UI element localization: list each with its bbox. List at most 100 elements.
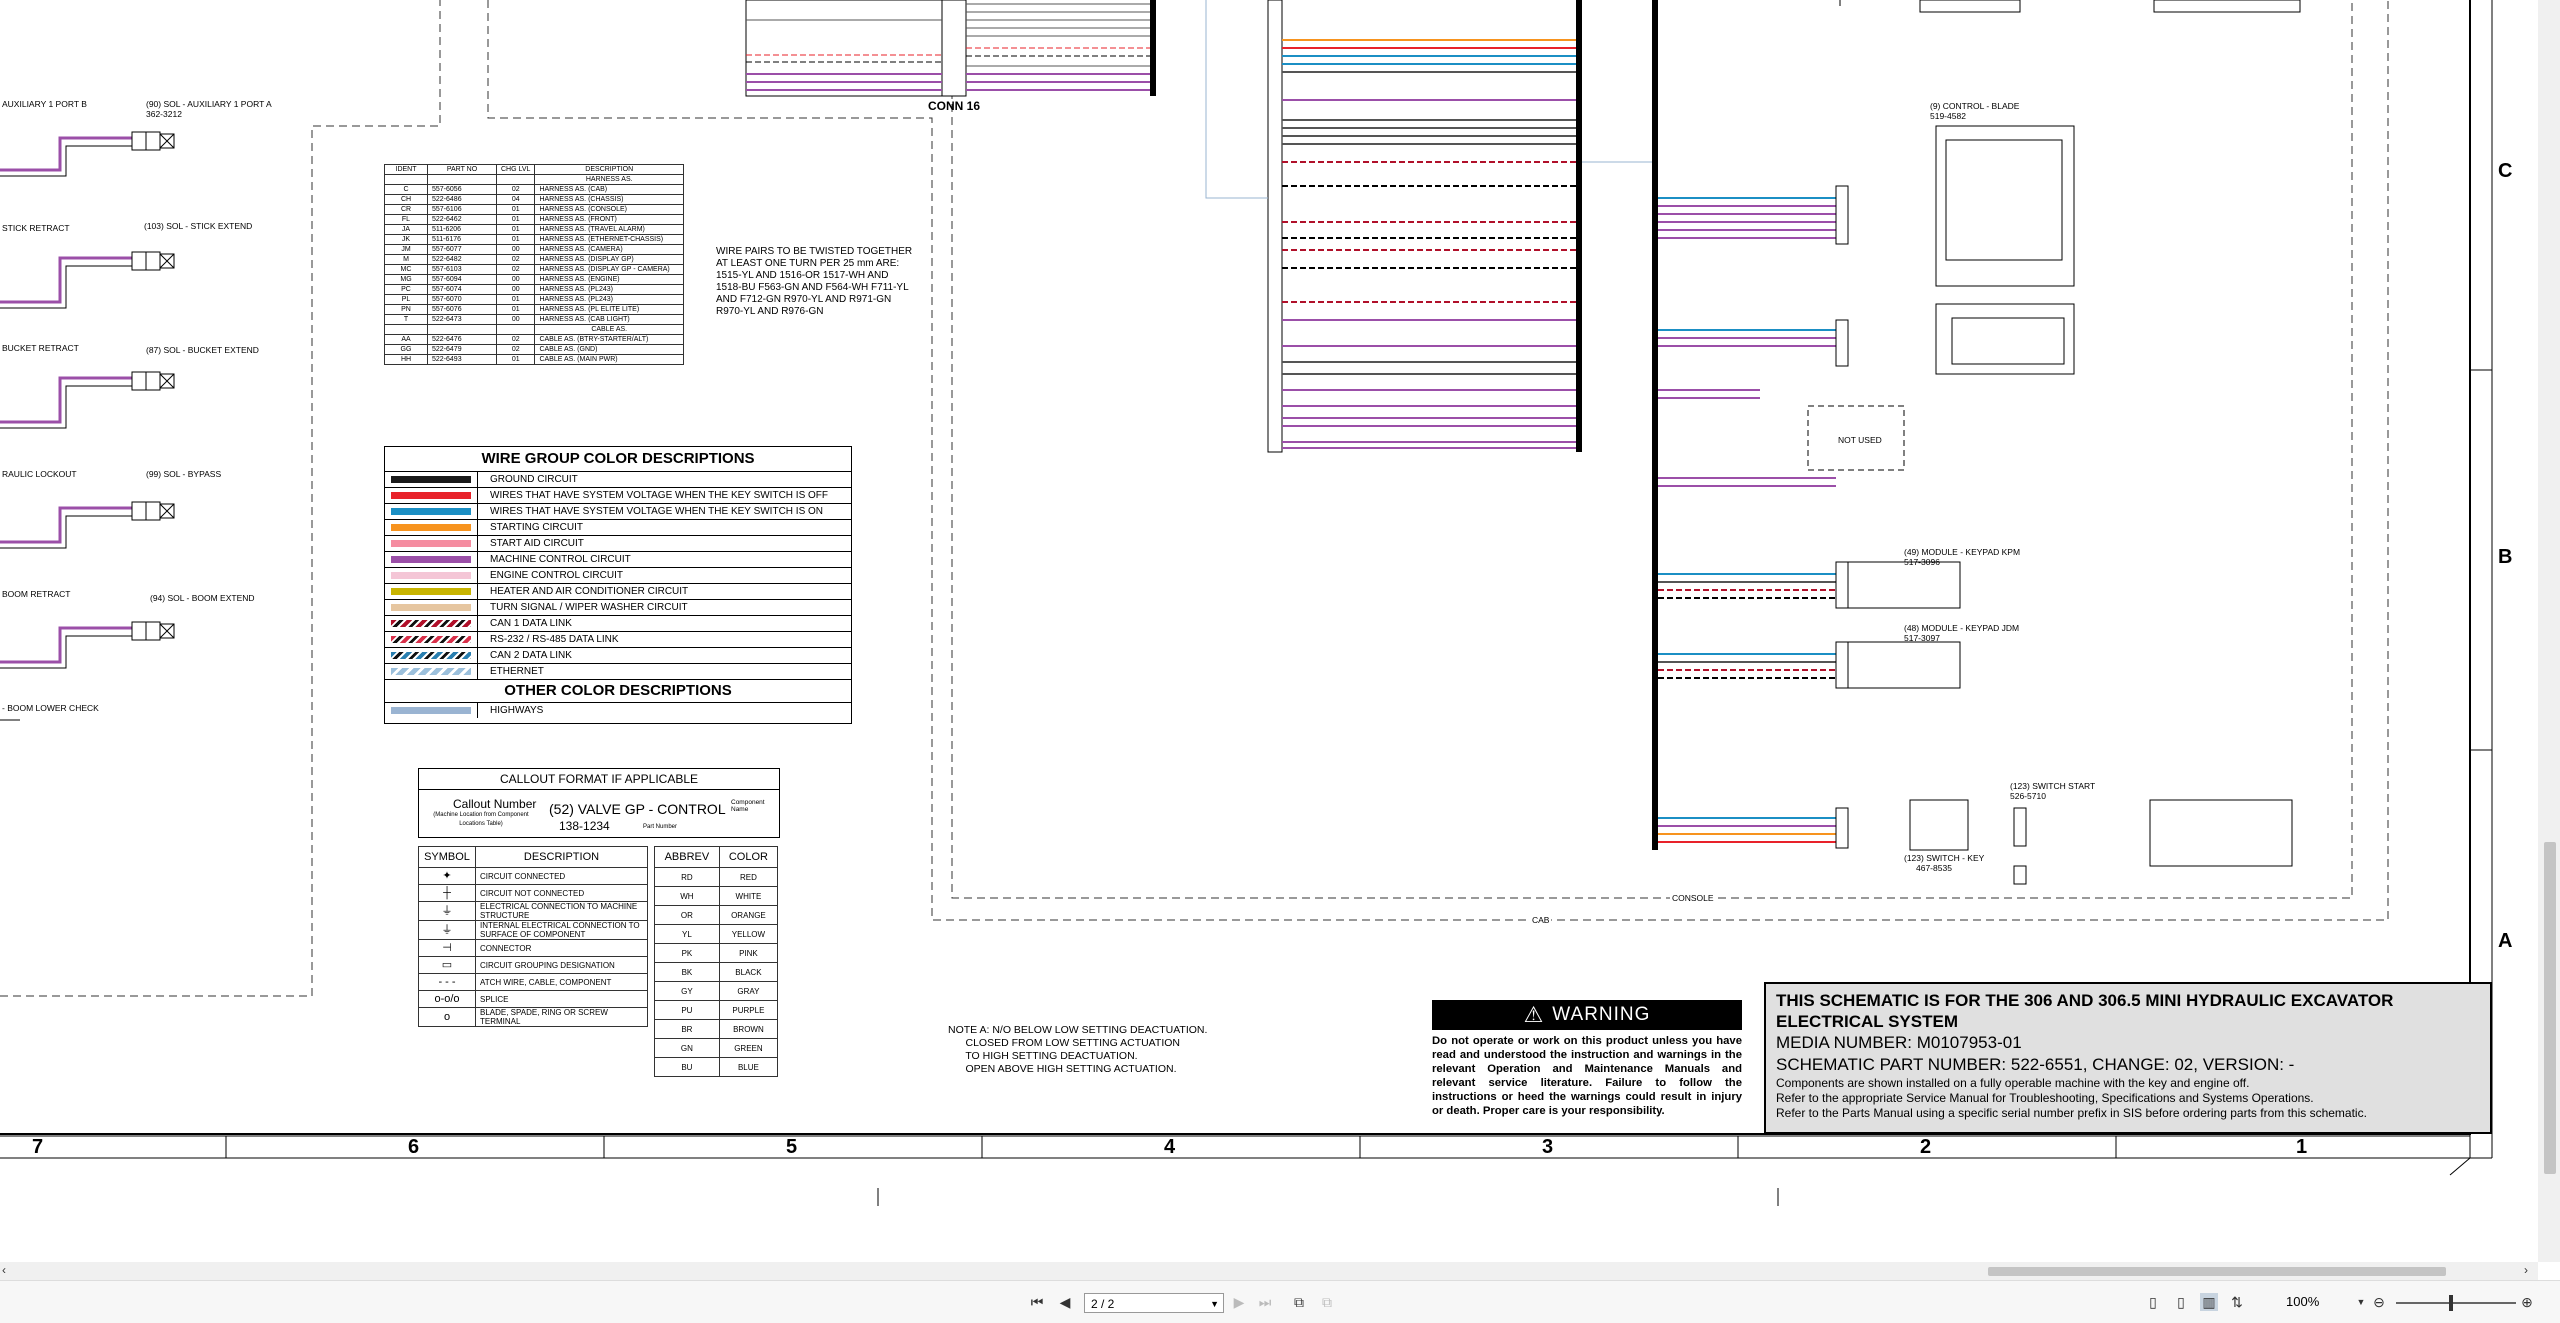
color-cell: RED: [718, 867, 779, 887]
chevron-down-icon[interactable]: ▼: [1210, 1294, 1219, 1314]
other-color-row: HIGHWAYS: [385, 702, 851, 718]
symbol-description: ELECTRICAL CONNECTION TO MACHINE STRUCTU…: [475, 901, 648, 921]
column-header: CHG LVL: [495, 164, 536, 175]
table-cell: PL: [384, 294, 428, 305]
document-viewport[interactable]: CONN 16 CONSOLE CAB AUXILIARY 1 PORT B (…: [0, 0, 2538, 1262]
table-cell: 00: [495, 244, 536, 255]
page-number-input[interactable]: 2 / 2 ▼: [1084, 1293, 1224, 1313]
symbol-description: ATCH WIRE, CABLE, COMPONENT: [475, 973, 648, 991]
table-cell: GG: [384, 344, 428, 355]
next-page-icon[interactable]: ▶: [1230, 1293, 1248, 1311]
vertical-scrollbar-thumb[interactable]: [2544, 842, 2556, 1174]
table-cell: CH: [384, 194, 428, 205]
abbrev-cell: GN: [654, 1038, 720, 1058]
sol-label: (103) SOL - STICK EXTEND: [144, 221, 253, 231]
abbrev-cell: YL: [654, 924, 720, 944]
fit-view-icon[interactable]: ⧉: [1318, 1293, 1336, 1311]
table-cell: 522-6493: [427, 354, 497, 365]
color-swatch-fill: [391, 508, 471, 515]
color-swatch: [385, 600, 478, 615]
zone-letter: B: [2498, 546, 2513, 568]
table-cell: HARNESS AS. (PL ELITE LITE): [534, 304, 684, 315]
continuous-view-icon[interactable]: ▯: [2172, 1293, 2190, 1311]
color-swatch-fill: [391, 476, 471, 483]
page-number-value: 2 / 2: [1091, 1297, 1115, 1311]
zoom-in-icon[interactable]: ⊕: [2518, 1293, 2536, 1311]
table-cell: 01: [495, 204, 536, 215]
viewer-toolbar: ⏮ ◀ 2 / 2 ▼ ▶ ⏭ ⧉ ⧉ ▯ ▯ ▥ ⇅ 100% ▼ ⊖ ⊕: [0, 1280, 2560, 1323]
zoom-dropdown-icon[interactable]: ▼: [2352, 1293, 2370, 1311]
table-row: CABLE AS.: [384, 324, 684, 335]
other-color-rows: HIGHWAYS: [385, 702, 851, 718]
symbol-cell: o: [418, 1007, 476, 1027]
table-cell: 02: [495, 334, 536, 345]
horizontal-scrollbar[interactable]: ‹ ›: [0, 1262, 2538, 1280]
table-row: JM 557-6077 00 HARNESS AS. (CAMERA): [384, 244, 684, 255]
table-row: YL YELLOW: [654, 924, 779, 944]
color-swatch: [385, 488, 478, 503]
table-header-row: ABBREV COLOR: [654, 846, 779, 868]
color-cell: PURPLE: [718, 1000, 779, 1020]
component-part-label: 526-5710: [2010, 791, 2046, 801]
color-swatch-fill: [391, 588, 471, 595]
table-cell: HARNESS AS. (TRAVEL ALARM): [534, 224, 684, 235]
symbol-description: CIRCUIT NOT CONNECTED: [475, 884, 648, 902]
color-cell: BLUE: [718, 1057, 779, 1077]
table-row: JK 511-6176 01 HARNESS AS. (ETHERNET-CHASSI…: [384, 234, 684, 245]
scroll-right-icon[interactable]: ›: [2524, 1263, 2528, 1277]
table-cell: HARNESS AS. (ETHERNET-CHASSIS): [534, 234, 684, 245]
color-cell: PINK: [718, 943, 779, 963]
sol-label: (90) SOL - AUXILIARY 1 PORT A: [146, 99, 272, 109]
component-part-label: 519-4582: [1930, 111, 1966, 121]
color-swatch: [385, 536, 478, 551]
color-swatch-fill: [391, 572, 471, 579]
last-page-icon[interactable]: ⏭: [1256, 1293, 1274, 1311]
table-cell: 557-6074: [427, 284, 497, 295]
warning-body: Do not operate or work on this product u…: [1432, 1035, 1742, 1117]
symbol-description: INTERNAL ELECTRICAL CONNECTION TO SURFAC…: [475, 920, 648, 940]
table-cell: 557-6056: [427, 184, 497, 195]
single-page-view-icon[interactable]: ▯: [2144, 1293, 2162, 1311]
horizontal-scrollbar-thumb[interactable]: [1988, 1267, 2446, 1276]
prev-page-icon[interactable]: ◀: [1056, 1293, 1074, 1311]
table-cell: 522-6476: [427, 334, 497, 345]
table-cell: HARNESS AS. (PL243): [534, 284, 684, 295]
callout-part: 138-1234: [559, 819, 610, 833]
table-row: CR 557-6106 01 HARNESS AS. (CONSOLE): [384, 204, 684, 215]
title-block: THIS SCHEMATIC IS FOR THE 306 AND 306.5 …: [1764, 982, 2492, 1134]
table-cell: T: [384, 314, 428, 325]
zoom-slider-handle[interactable]: [2449, 1295, 2453, 1311]
zoom-level[interactable]: 100%: [2286, 1294, 2319, 1309]
zoom-out-icon[interactable]: ⊖: [2370, 1293, 2388, 1311]
title-note: Refer to the appropriate Service Manual …: [1776, 1091, 2314, 1105]
wire-group-label: WIRES THAT HAVE SYSTEM VOLTAGE WHEN THE …: [490, 506, 824, 517]
wire-group-rows: GROUND CIRCUIT WIRES THAT HAVE SYSTEM VOL…: [385, 471, 851, 679]
table-header-row: SYMBOL DESCRIPTION: [418, 846, 648, 868]
table-cell: CR: [384, 204, 428, 215]
two-page-view-icon[interactable]: ▥: [2200, 1293, 2218, 1311]
vertical-scrollbar[interactable]: [2538, 0, 2560, 1262]
table-cell: 557-6094: [427, 274, 497, 285]
table-row: WH WHITE: [654, 886, 779, 906]
table-row: ⊣ CONNECTOR: [418, 939, 648, 957]
table-cell: [384, 324, 428, 335]
component-label: (48) MODULE - KEYPAD JDM: [1904, 623, 2020, 633]
component-part-label: 517-3096: [1904, 557, 1940, 567]
zoom-slider[interactable]: [2396, 1302, 2516, 1304]
first-page-icon[interactable]: ⏮: [1028, 1293, 1046, 1311]
symbol-table-body: ✦ CIRCUIT CONNECTED ┼ CIRCUIT NOT CONNECTED…: [418, 867, 648, 1027]
split-view-icon[interactable]: ⇅: [2228, 1293, 2246, 1311]
table-cell: 01: [495, 294, 536, 305]
scroll-left-icon[interactable]: ‹: [2, 1263, 6, 1277]
column-header: PART NO: [427, 164, 497, 175]
color-cell: BROWN: [718, 1019, 779, 1039]
table-row: RD RED: [654, 867, 779, 887]
abbrev-cell: BU: [654, 1057, 720, 1077]
abbrev-cell: BR: [654, 1019, 720, 1039]
rotate-view-icon[interactable]: ⧉: [1290, 1293, 1308, 1311]
symbol-cell: ⊣: [418, 939, 476, 957]
table-cell: JA: [384, 224, 428, 235]
table-cell: CABLE AS. (BTRY-STARTER/ALT): [534, 334, 684, 345]
table-row: PN 557-6076 01 HARNESS AS. (PL ELITE LITE): [384, 304, 684, 315]
color-swatch: [385, 552, 478, 567]
